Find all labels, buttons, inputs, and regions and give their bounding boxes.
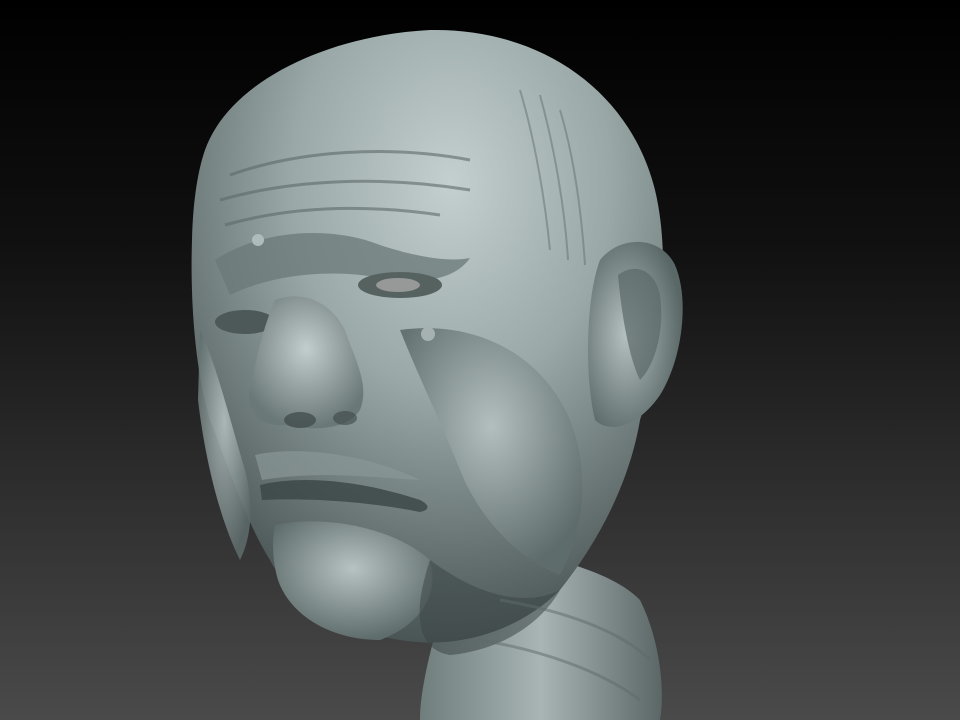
cheek-wart bbox=[421, 327, 435, 341]
forehead-bump bbox=[252, 234, 264, 246]
sculpted-head bbox=[191, 29, 683, 720]
sculpt-viewport[interactable] bbox=[0, 0, 960, 720]
